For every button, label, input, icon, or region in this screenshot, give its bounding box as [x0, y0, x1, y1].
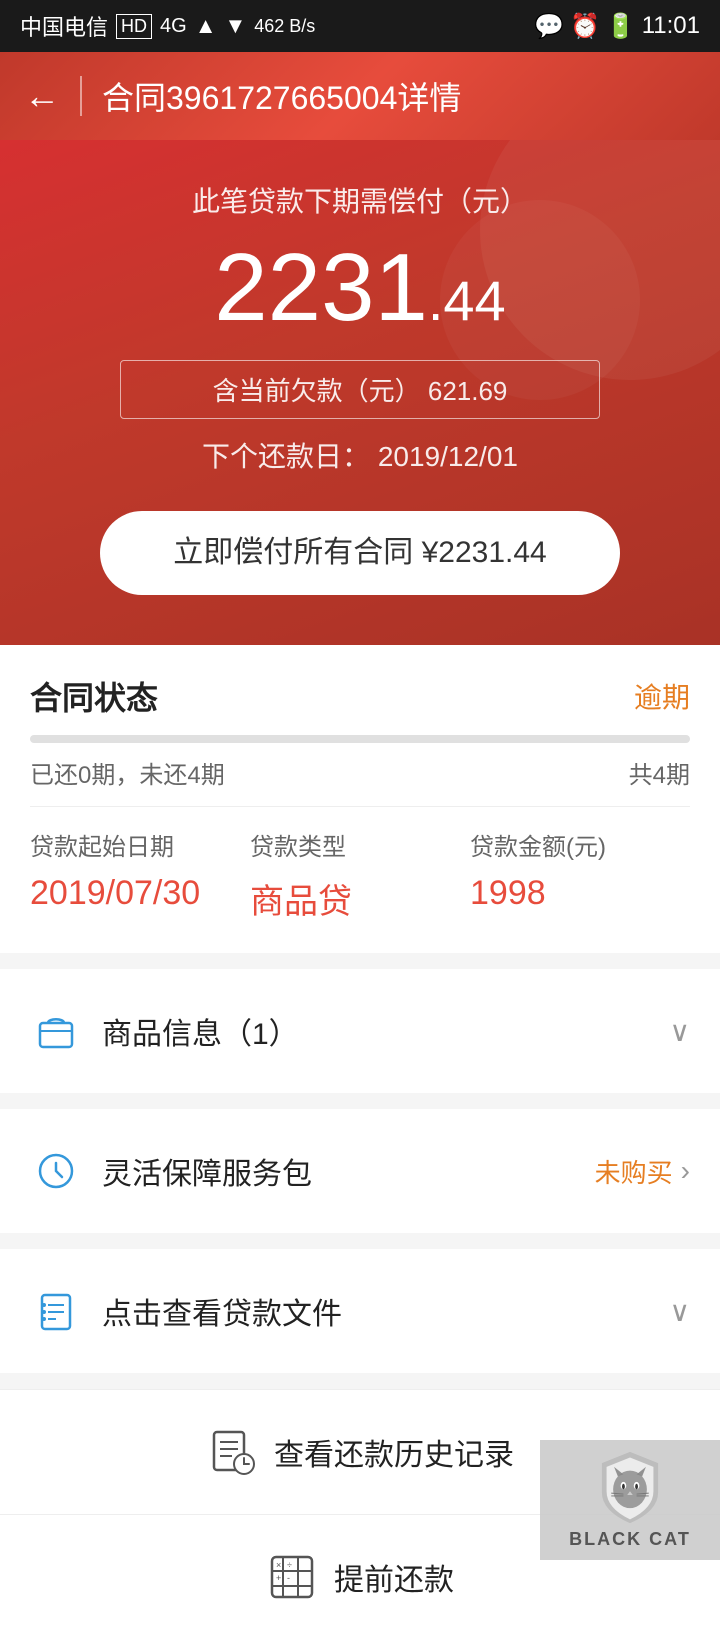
- wifi-icon: ▼: [224, 13, 246, 39]
- contract-status-badge: 逾期: [634, 676, 690, 716]
- loan-docs-label: 点击查看贷款文件: [102, 1289, 342, 1333]
- overdue-amount: 621.69: [428, 376, 508, 406]
- product-info-item[interactable]: 商品信息（1） ∨: [0, 969, 720, 1093]
- loan-docs-chevron: ∨: [670, 1295, 691, 1328]
- next-date-label: 下个还款日： 2019/12/01: [30, 435, 690, 475]
- svg-text:÷: ÷: [287, 1560, 292, 1570]
- amount-integer: 2231: [214, 234, 428, 341]
- product-info-right: ∨: [670, 1015, 691, 1048]
- loan-docs-left: 点击查看贷款文件: [30, 1285, 342, 1337]
- message-icon: 💬: [534, 12, 564, 41]
- clock-icon: ⏰: [570, 12, 600, 41]
- status-bar: 中国电信 HD 4G ▲ ▼ 462 B/s 💬 ⏰ 🔋 11:01: [0, 0, 720, 52]
- contract-status-header: 合同状态 逾期: [0, 645, 720, 735]
- contract-status-section: 合同状态 逾期 已还0期，未还4期 共4期 贷款起始日期 2019/07/30 …: [0, 645, 720, 953]
- progress-labels: 已还0期，未还4期 共4期: [30, 755, 690, 790]
- hero-amount: 2231.44: [30, 240, 690, 336]
- service-package-icon: [30, 1145, 82, 1197]
- carrier-label: 中国电信: [20, 10, 108, 42]
- speed-label: 462 B/s: [254, 16, 315, 37]
- loan-type-label: 贷款类型: [250, 827, 470, 862]
- next-date-value: 2019/12/01: [378, 441, 518, 472]
- loan-info-grid: 贷款起始日期 2019/07/30 贷款类型 商品贷 贷款金额(元) 1998: [0, 807, 720, 953]
- early-repay-icon: × ÷ + -: [266, 1551, 318, 1603]
- progress-bar-bg: [30, 735, 690, 743]
- loan-start-date: 贷款起始日期 2019/07/30: [30, 827, 250, 923]
- pay-all-button[interactable]: 立即偿付所有合同 ¥2231.44: [100, 511, 620, 595]
- loan-docs-right: ∨: [670, 1295, 691, 1328]
- progress-container: 已还0期，未还4期 共4期: [0, 735, 720, 806]
- svg-text:-: -: [287, 1573, 290, 1583]
- page-header: ← 合同3961727665004详情: [0, 52, 720, 140]
- product-info-chevron: ∨: [670, 1015, 691, 1048]
- service-package-right: 未购买 ›: [595, 1153, 690, 1190]
- service-package-label: 灵活保障服务包: [102, 1149, 312, 1193]
- page-title: 合同3961727665004详情: [102, 73, 461, 119]
- header-divider: [80, 76, 82, 116]
- loan-type: 贷款类型 商品贷: [250, 827, 470, 923]
- status-bar-right: 💬 ⏰ 🔋 11:01: [534, 12, 700, 41]
- svg-text:×: ×: [276, 1560, 281, 1570]
- amount-decimal: .44: [428, 269, 506, 332]
- hero-subtitle: 此笔贷款下期需偿付（元）: [30, 180, 690, 220]
- back-button[interactable]: ←: [24, 75, 60, 117]
- total-label: 共4期: [629, 755, 690, 790]
- view-history-label: 查看还款历史记录: [274, 1430, 514, 1474]
- service-package-status: 未购买: [595, 1153, 673, 1190]
- black-cat-shield-icon: [595, 1450, 665, 1525]
- loan-type-value: 商品贷: [250, 874, 470, 923]
- contract-status-title: 合同状态: [30, 673, 158, 719]
- network-label: 4G: [160, 15, 187, 38]
- early-repay-label: 提前还款: [334, 1555, 454, 1599]
- status-bar-left: 中国电信 HD 4G ▲ ▼ 462 B/s: [20, 10, 315, 42]
- paid-label: 已还0期，未还4期: [30, 755, 225, 790]
- service-package-chevron: ›: [681, 1155, 690, 1187]
- time-label: 11:01: [642, 12, 700, 40]
- loan-amount-label: 贷款金额(元): [470, 827, 690, 862]
- black-cat-watermark: BLACK CAT: [540, 1440, 720, 1560]
- service-package-item[interactable]: 灵活保障服务包 未购买 ›: [0, 1109, 720, 1233]
- signal-icon: ▲: [195, 13, 217, 39]
- svg-text:+: +: [276, 1573, 281, 1583]
- loan-start-date-label: 贷款起始日期: [30, 827, 250, 862]
- service-package-left: 灵活保障服务包: [30, 1145, 312, 1197]
- battery-icon: 🔋: [606, 12, 636, 41]
- loan-amount-value: 1998: [470, 874, 690, 913]
- loan-docs-icon: [30, 1285, 82, 1337]
- product-info-label: 商品信息（1）: [102, 1009, 299, 1053]
- loan-amount: 贷款金额(元) 1998: [470, 827, 690, 923]
- loan-start-date-value: 2019/07/30: [30, 874, 250, 913]
- product-info-icon: [30, 1005, 82, 1057]
- overdue-label: 含当前欠款（元）: [213, 376, 421, 406]
- hd-badge: HD: [116, 14, 152, 39]
- black-cat-label: BLACK CAT: [569, 1529, 691, 1550]
- overdue-box: 含当前欠款（元） 621.69: [120, 360, 600, 419]
- product-info-left: 商品信息（1）: [30, 1005, 299, 1057]
- hero-section: 此笔贷款下期需偿付（元） 2231.44 含当前欠款（元） 621.69 下个还…: [0, 140, 720, 645]
- history-icon: [206, 1426, 258, 1478]
- loan-docs-item[interactable]: 点击查看贷款文件 ∨: [0, 1249, 720, 1373]
